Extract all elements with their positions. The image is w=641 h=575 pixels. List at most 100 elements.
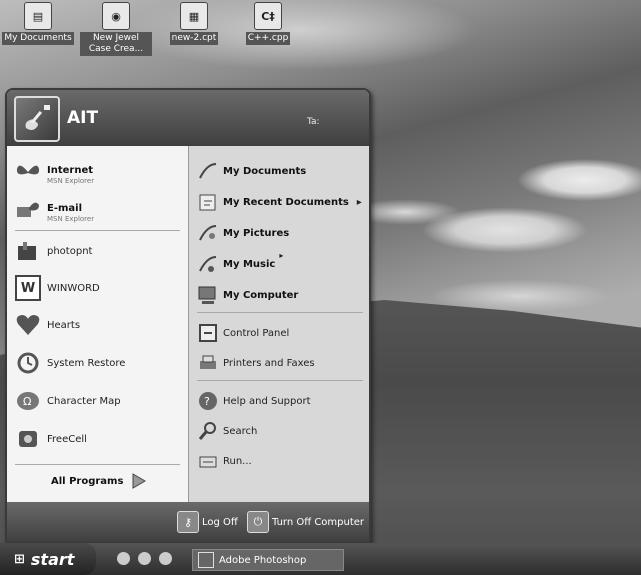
pinned-item-sub: MSN Explorer [47,177,95,185]
header-text: Ta: [307,117,320,127]
taskbar-item-label: Adobe Photoshop [219,554,307,566]
right-item-search[interactable]: Search [193,418,257,444]
recent-item-label: WINWORD [47,282,100,294]
heart-icon [13,312,43,338]
right-item-label: My Pictures [223,227,290,239]
separator [15,230,180,231]
right-item-label: Search [223,425,258,437]
right-item-control-panel[interactable]: Control Panel [193,320,289,346]
user-name: AIT [67,108,99,128]
right-item-label: My Documents [223,165,307,177]
log-off-button[interactable]: ⚷ Log Off [177,511,238,533]
freecell-icon [13,426,43,452]
quick-launch-messenger-icon[interactable] [159,552,172,565]
right-item-run[interactable]: Run... [193,448,252,474]
recent-item-label: photopnt [47,245,93,257]
right-item-help-and-support[interactable]: ? Help and Support [193,388,311,414]
recent-item-freecell[interactable]: FreeCell [13,426,87,452]
windows-logo-icon: ⊞ [14,551,25,567]
document-icon: ▦ [180,2,208,30]
desktop-icon-cpp-file[interactable]: C‡ C++.cpp [232,2,304,45]
character-map-icon: Ω [13,388,43,414]
power-icon: ⏻ [247,511,269,533]
search-icon [193,418,223,444]
turn-off-computer-button[interactable]: ⏻ Turn Off Computer [247,511,364,533]
right-item-label: Run... [223,455,252,467]
recent-item-label: System Restore [47,357,126,369]
right-item-label: Help and Support [223,395,311,407]
recent-item-winword[interactable]: W WINWORD [13,275,100,301]
recent-item-hearts[interactable]: Hearts [13,312,80,338]
pinned-item-internet[interactable]: Internet MSN Explorer [13,158,94,185]
log-off-label: Log Off [202,516,238,528]
right-item-label: My Recent Documents [223,196,349,208]
right-item-my-music[interactable]: My Music ▸ [193,251,283,277]
taskbar: ⊞ start Adobe Photoshop [0,543,641,575]
desktop-icon-label: My Documents [2,32,74,45]
recent-item-character-map[interactable]: Ω Character Map [13,388,121,414]
separator [197,380,363,381]
start-menu: AIT Ta: Internet MSN Explorer E-mail MSN… [5,88,371,544]
start-menu-right-column: My Documents My Recent Documents ▸ My Pi… [188,146,369,502]
right-item-my-recent-documents[interactable]: My Recent Documents ▸ [193,189,362,215]
cd-icon: ◉ [102,2,130,30]
right-item-label: My Computer [223,289,299,301]
printer-icon [193,350,223,376]
quick-launch-ie-icon[interactable] [117,552,130,565]
recent-item-photopnt[interactable]: photopnt [13,238,92,264]
key-icon: ⚷ [177,511,199,533]
system-restore-icon [13,350,43,376]
desktop-icon-new-2-cpt[interactable]: ▦ new-2.cpt [158,2,230,45]
right-item-my-pictures[interactable]: My Pictures [193,220,289,246]
pinned-item-email[interactable]: E-mail MSN Explorer [13,196,94,223]
pinned-item-label: Internet [47,165,94,176]
right-item-label: Printers and Faxes [223,357,315,369]
desktop-icon-label: C++.cpp [245,32,291,45]
start-menu-footer: ⚷ Log Off ⏻ Turn Off Computer [7,502,369,542]
butterfly-icon [13,159,43,185]
recent-item-label: Hearts [47,319,81,331]
my-computer-icon [193,282,223,308]
turn-off-label: Turn Off Computer [272,516,365,528]
start-button[interactable]: ⊞ start [0,543,96,575]
arrow-right-icon [132,473,147,489]
submenu-arrow-icon: ▸ [356,196,362,208]
start-menu-header: AIT Ta: [7,90,369,146]
control-panel-icon [193,320,223,346]
help-icon: ? [193,388,223,414]
recent-item-system-restore[interactable]: System Restore [13,350,125,376]
recent-documents-icon [193,189,223,215]
recent-item-label: Character Map [47,395,121,407]
quick-launch [117,552,172,565]
desktop-icon-new-jewel-case[interactable]: ◉ New Jewel Case Crea... [80,2,152,56]
word-icon: W [13,275,43,301]
butterfly-mail-icon [13,197,43,223]
run-icon [193,448,223,474]
all-programs-button[interactable]: All Programs [51,472,147,490]
right-item-my-documents[interactable]: My Documents [193,158,306,184]
photoshop-icon [198,552,214,568]
recent-item-label: FreeCell [47,433,87,445]
right-item-label: Control Panel [223,327,290,339]
desktop-icon-my-documents[interactable]: ▤ My Documents [2,2,74,45]
all-programs-label: All Programs [51,475,124,487]
right-item-my-computer[interactable]: My Computer [193,282,298,308]
desktop-icon-label: new-2.cpt [169,32,219,45]
my-documents-icon [193,158,223,184]
right-item-printers-and-faxes[interactable]: Printers and Faxes [193,350,315,376]
cpp-file-icon: C‡ [254,2,282,30]
pinned-item-sub: MSN Explorer [47,215,95,223]
svg-text:?: ? [204,395,210,408]
start-menu-left-column: Internet MSN Explorer E-mail MSN Explore… [7,146,188,502]
quick-launch-media-icon[interactable] [138,552,151,565]
my-music-icon [193,251,223,277]
submenu-arrow-icon: ▸ [279,251,284,260]
pinned-item-label: E-mail [47,203,83,214]
start-label: start [30,549,75,569]
desktop-icon-label: New Jewel Case Crea... [80,32,152,56]
folder-icon: ▤ [24,2,52,30]
taskbar-item-photoshop[interactable]: Adobe Photoshop [192,549,344,571]
paint-icon [13,238,43,264]
guitar-avatar-icon [14,96,60,142]
my-pictures-icon [193,220,223,246]
